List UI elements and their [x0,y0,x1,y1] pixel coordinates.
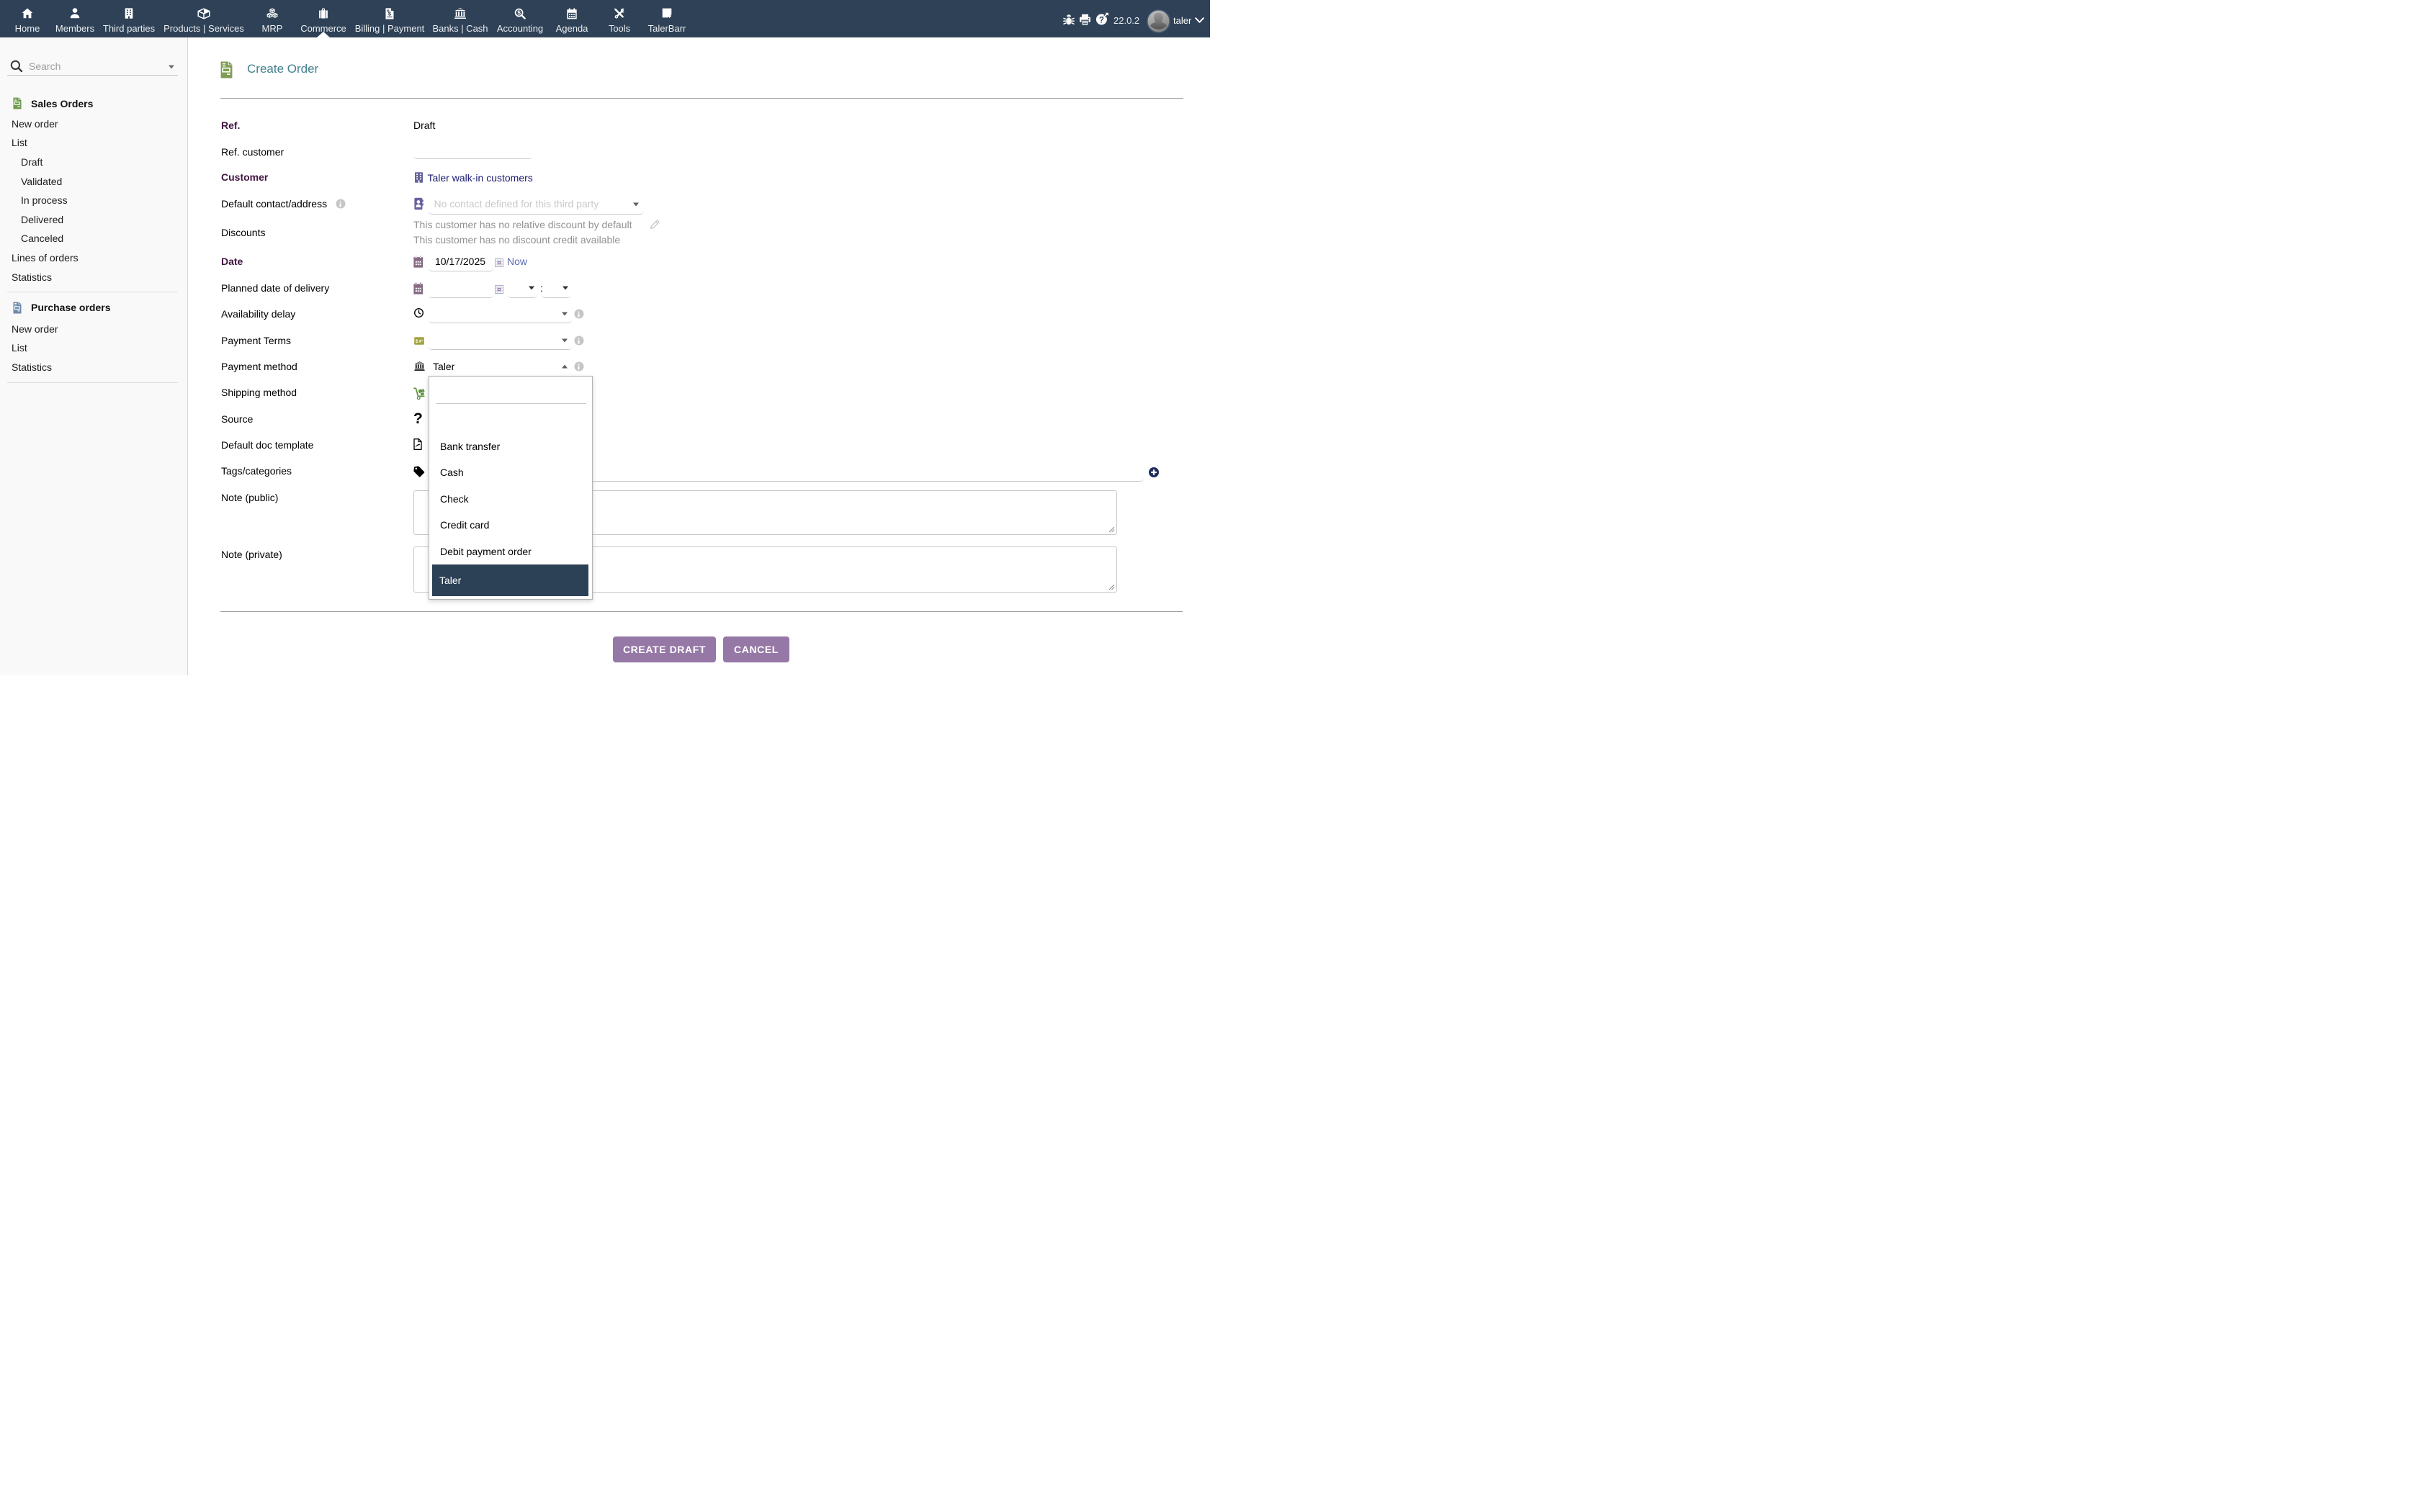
svg-text:$: $ [416,338,418,343]
svg-text:$: $ [517,9,521,17]
svg-text:?: ? [1099,16,1104,24]
